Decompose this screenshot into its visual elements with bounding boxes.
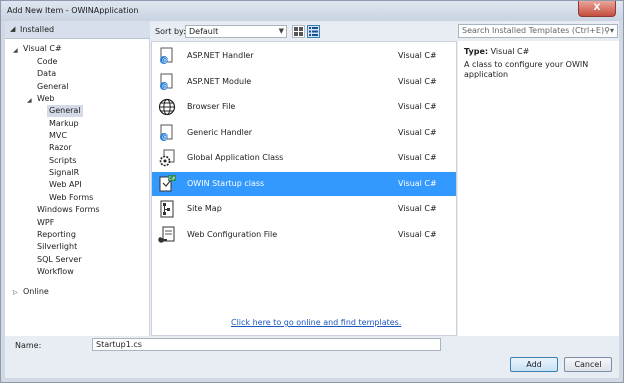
tree-node-silverlight[interactable]: Silverlight (37, 241, 77, 253)
generic-handler-icon: @ (160, 124, 173, 141)
template-item-aspnet-handler[interactable]: @ ASP.NET Handler Visual C# (152, 44, 456, 68)
svg-text:@: @ (162, 57, 168, 64)
template-description: A class to configure your OWIN applicati… (464, 60, 589, 79)
small-icons-view-button[interactable] (292, 25, 305, 38)
type-value: Visual C# (490, 47, 530, 56)
tree-node-workflow[interactable]: Workflow (37, 266, 74, 278)
collapsed-arrow-icon[interactable]: ▷ (13, 289, 18, 296)
close-button[interactable]: X (578, 1, 616, 17)
template-item-aspnet-module[interactable]: @ ASP.NET Module Visual C# (152, 70, 456, 94)
template-tree: ◢ Installed ◢ Visual C# Code Data Genera… (5, 21, 150, 336)
sitemap-icon (160, 200, 174, 218)
sort-value: Default (189, 27, 219, 36)
template-item-language: Visual C# (398, 204, 437, 213)
globe-icon (158, 98, 176, 116)
window-title: Add New Item - OWINApplication (7, 6, 139, 15)
grid-view-icon (294, 27, 303, 36)
template-item-language: Visual C# (398, 179, 437, 188)
owin-startup-icon: C# (159, 175, 176, 192)
add-button[interactable]: Add (510, 357, 558, 372)
template-item-site-map[interactable]: Site Map Visual C# (152, 197, 456, 221)
list-view-button[interactable] (307, 25, 320, 38)
template-item-global-application-class[interactable]: Global Application Class Visual C# (152, 146, 456, 170)
template-item-name: Generic Handler (187, 128, 253, 137)
title-bar[interactable]: Add New Item - OWINApplication X (1, 1, 623, 21)
web-config-icon (158, 226, 175, 243)
online-templates-link[interactable]: Click here to go online and find templat… (231, 318, 401, 327)
template-item-language: Visual C# (398, 128, 437, 137)
tree-node-signalr[interactable]: SignalR (49, 167, 79, 179)
tree-node-web[interactable]: Web (37, 93, 54, 105)
template-type: Type: Visual C# (464, 47, 529, 56)
template-item-name: OWIN Startup class (187, 179, 265, 188)
template-item-language: Visual C# (398, 51, 437, 60)
tree-node-general[interactable]: General (37, 81, 69, 93)
tree-node-sql-server[interactable]: SQL Server (37, 254, 82, 266)
search-icon[interactable]: ⚲▾ (604, 25, 614, 37)
template-item-language: Visual C# (398, 153, 437, 162)
svg-text:@: @ (162, 134, 168, 141)
tree-node-markup[interactable]: Markup (49, 118, 79, 130)
template-item-language: Visual C# (398, 102, 437, 111)
template-item-name: Web Configuration File (187, 230, 278, 239)
expanded-arrow-icon[interactable]: ◢ (13, 47, 18, 54)
tree-node-data[interactable]: Data (37, 68, 56, 80)
tree-header-label: Installed (20, 25, 55, 34)
tree-node-windows-forms[interactable]: Windows Forms (37, 204, 100, 216)
sort-label: Sort by: (155, 27, 186, 36)
template-item-name: Global Application Class (187, 153, 284, 162)
dialog-body: ◢ Installed ◢ Visual C# Code Data Genera… (5, 21, 619, 378)
template-item-owin-startup-class[interactable]: C# OWIN Startup class Visual C# (152, 172, 456, 196)
svg-text:@: @ (162, 83, 168, 90)
tree-node-web-forms[interactable]: Web Forms (49, 192, 93, 204)
tree-node-code[interactable]: Code (37, 56, 57, 68)
template-item-browser-file[interactable]: Browser File Visual C# (152, 95, 456, 119)
tree-node-razor[interactable]: Razor (49, 142, 72, 154)
chevron-down-icon: ▼ (278, 27, 284, 35)
name-label: Name: (15, 341, 42, 350)
template-item-language: Visual C# (398, 230, 437, 239)
list-view-icon (309, 27, 318, 36)
template-item-name: Site Map (187, 204, 222, 213)
tree-node-scripts[interactable]: Scripts (49, 155, 76, 167)
template-list: @ ASP.NET Handler Visual C# @ ASP.NET Mo… (151, 41, 457, 336)
gear-icon (159, 149, 175, 167)
svg-text:C#: C# (169, 176, 176, 182)
tree-node-visual-csharp[interactable]: Visual C# (23, 43, 62, 55)
expanded-arrow-icon: ◢ (10, 25, 16, 33)
template-item-generic-handler[interactable]: @ Generic Handler Visual C# (152, 121, 456, 145)
template-details-panel: Type: Visual C# A class to configure you… (458, 41, 619, 336)
tree-node-reporting[interactable]: Reporting (37, 229, 76, 241)
aspnet-module-icon: @ (160, 73, 173, 90)
template-item-web-configuration-file[interactable]: Web Configuration File Visual C# (152, 223, 456, 247)
search-templates-input[interactable]: Search Installed Templates (Ctrl+E) ⚲▾ (458, 24, 618, 38)
search-placeholder: Search Installed Templates (Ctrl+E) (462, 26, 605, 35)
template-item-name: Browser File (187, 102, 236, 111)
expanded-arrow-icon[interactable]: ◢ (27, 97, 32, 104)
template-item-name: ASP.NET Module (187, 77, 252, 86)
tree-node-web-api[interactable]: Web API (49, 179, 82, 191)
template-item-name: ASP.NET Handler (187, 51, 254, 60)
tree-node-wpf[interactable]: WPF (37, 217, 54, 229)
sort-dropdown[interactable]: Default ▼ (185, 25, 287, 38)
cancel-button[interactable]: Cancel (564, 357, 612, 372)
template-item-language: Visual C# (398, 77, 437, 86)
sort-toolbar: Sort by: Default ▼ (151, 21, 457, 41)
tree-node-web-general[interactable]: General (47, 105, 83, 117)
dialog-window: Add New Item - OWINApplication X ◢ Insta… (0, 0, 624, 383)
tree-node-mvc[interactable]: MVC (49, 130, 67, 142)
type-label: Type: (464, 47, 489, 56)
tree-header-installed[interactable]: ◢ Installed (5, 21, 150, 39)
file-name-input[interactable]: Startup1.cs (92, 338, 441, 351)
tree-node-online[interactable]: Online (23, 286, 49, 298)
aspnet-handler-icon: @ (160, 47, 173, 64)
